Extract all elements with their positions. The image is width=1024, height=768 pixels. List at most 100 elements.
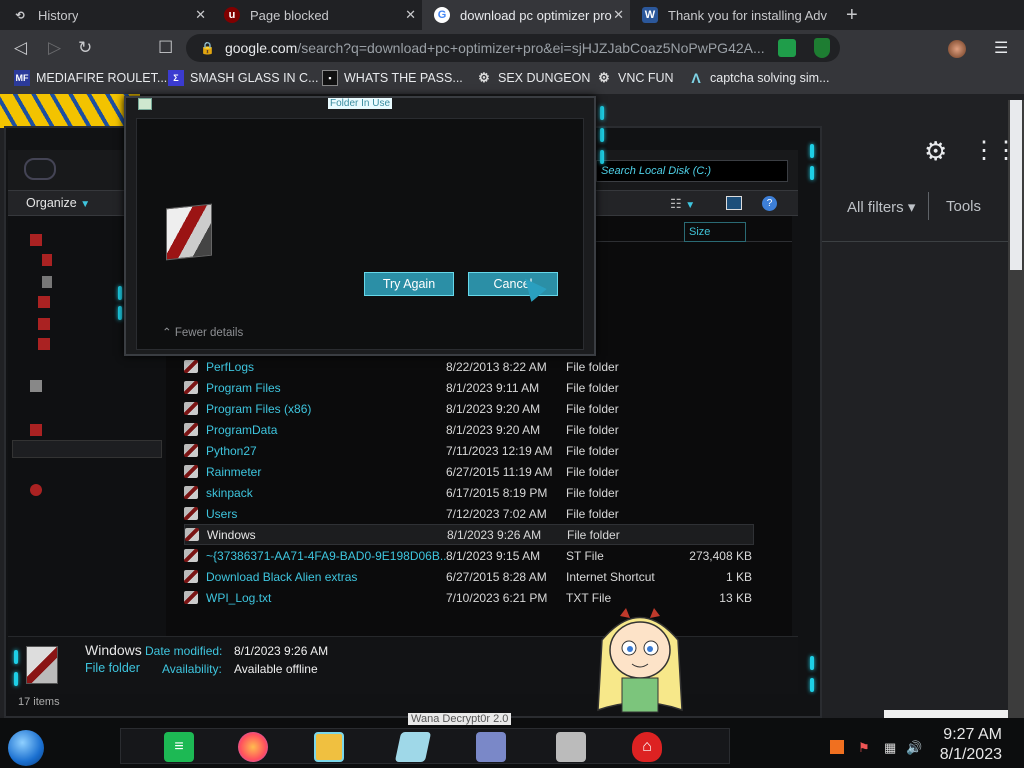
file-type: Internet Shortcut	[566, 569, 655, 584]
reload-button[interactable]: ↻	[78, 38, 92, 58]
tools-button[interactable]: Tools	[946, 198, 981, 215]
file-explorer-icon[interactable]	[314, 732, 344, 762]
avatar[interactable]	[948, 40, 966, 58]
file-type: File folder	[566, 443, 619, 458]
try-again-button[interactable]: Try Again	[364, 272, 454, 296]
explorer-nav-orb-icon[interactable]	[24, 158, 56, 180]
table-row[interactable]: Program Files 8/1/2023 9:11 AM File folder	[184, 377, 754, 398]
scrollbar-thumb[interactable]	[1010, 100, 1022, 270]
close-icon[interactable]: ✕	[405, 7, 416, 23]
new-tab-button[interactable]: +	[846, 4, 858, 27]
tab-page-blocked[interactable]: u Page blocked ✕	[212, 0, 422, 30]
bookmark-item[interactable]: MF MEDIAFIRE ROULET...	[14, 70, 167, 86]
tray-network-icon[interactable]: ▦	[884, 740, 896, 756]
hud-accent	[14, 672, 18, 686]
chat-app-icon[interactable]: ≡	[164, 732, 194, 762]
close-icon[interactable]: ✕	[195, 7, 206, 23]
tab-history[interactable]: ⟲ History ✕	[0, 0, 212, 30]
notes-app-icon[interactable]	[394, 732, 432, 762]
column-header-size[interactable]: Size	[684, 222, 746, 242]
nav-item[interactable]	[30, 234, 42, 246]
back-button[interactable]: ◁	[14, 38, 27, 58]
taskbar-tooltip: Wana Decrypt0r 2.0	[408, 713, 512, 725]
nav-item[interactable]	[42, 254, 52, 266]
bookmark-label: VNC FUN	[618, 71, 674, 85]
file-name: Download Black Alien extras	[206, 569, 358, 584]
file-icon	[184, 507, 198, 520]
organize-button[interactable]: Organize ▼	[26, 196, 90, 210]
file-type: File folder	[566, 359, 619, 374]
table-row[interactable]: ~{37386371-AA71-4FA9-BAD0-9E198D06B... 8/…	[184, 545, 754, 566]
divider	[928, 192, 929, 220]
view-options-icon[interactable]: ☷ ▼	[670, 196, 695, 212]
table-row[interactable]: Program Files (x86) 8/1/2023 9:20 AM File …	[184, 398, 754, 419]
id-card-app-icon[interactable]	[476, 732, 506, 762]
gear-icon[interactable]: ⚙	[924, 136, 947, 167]
hud-accent	[118, 306, 122, 320]
table-row[interactable]: Download Black Alien extras 6/27/2015 8:2…	[184, 566, 754, 587]
extension-shield-icon[interactable]	[814, 38, 830, 58]
nav-item-homegroup[interactable]	[30, 380, 42, 392]
table-row[interactable]: Users 7/12/2023 7:02 AM File folder	[184, 503, 754, 524]
table-row[interactable]: Windows 8/1/2023 9:26 AM File folder	[184, 524, 754, 545]
address-bar[interactable]: 🔒 google.com /search?q=download+pc+optim…	[186, 34, 840, 62]
file-name: Program Files (x86)	[206, 401, 312, 416]
bookmark-item[interactable]: ⚙ VNC FUN	[596, 70, 674, 86]
tab-label: download pc optimizer pro	[460, 7, 612, 23]
nav-item-local-disk[interactable]	[12, 440, 162, 458]
nav-item[interactable]	[42, 276, 52, 288]
firefox-icon[interactable]	[238, 732, 268, 762]
bookmark-label: WHATS THE PASS...	[344, 71, 463, 85]
tray-volume-icon[interactable]: 🔊	[906, 740, 922, 756]
chevron-up-icon: ⌃	[162, 327, 172, 339]
details-date-key: Date modified:	[145, 644, 223, 658]
hud-accent	[810, 166, 814, 180]
all-filters-button[interactable]: All filters ▾	[847, 198, 915, 216]
table-row[interactable]: PerfLogs 8/22/2013 8:22 AM File folder	[184, 356, 754, 377]
extension-green-icon[interactable]	[778, 39, 796, 57]
network-app-icon[interactable]	[556, 732, 586, 762]
file-size: 13 KB	[719, 590, 752, 605]
bookmark-item[interactable]: Λ captcha solving sim...	[688, 70, 829, 86]
explorer-search-input[interactable]: Search Local Disk (C:)	[596, 160, 788, 182]
tab-thank-you[interactable]: W Thank you for installing Adv	[630, 0, 838, 30]
file-date: 8/1/2023 9:20 AM	[446, 422, 541, 437]
file-icon	[184, 381, 198, 394]
preview-pane-icon[interactable]	[726, 196, 742, 210]
tray-flag-icon[interactable]: ⚑	[858, 740, 870, 756]
tray-app-icon[interactable]	[830, 740, 844, 754]
file-icon	[185, 528, 199, 541]
help-icon[interactable]: ?	[762, 196, 777, 211]
bookmark-item[interactable]: Σ SMASH GLASS IN C...	[168, 70, 319, 86]
cancel-button[interactable]: Cancel	[468, 272, 558, 296]
start-orb-icon[interactable]	[8, 730, 44, 766]
nav-item-network[interactable]	[30, 484, 42, 496]
shield-app-icon[interactable]: ⌂	[632, 732, 662, 762]
close-icon[interactable]: ✕	[613, 7, 624, 23]
file-name: ProgramData	[206, 422, 278, 437]
bookmark-star-icon[interactable]: ☐	[158, 38, 173, 58]
fewer-details-toggle[interactable]: ⌃ Fewer details	[162, 325, 243, 339]
bookmark-gear-icon: ⚙	[598, 70, 610, 85]
ublock-icon: u	[224, 7, 240, 23]
chevron-down-icon: ▼	[80, 199, 91, 210]
bookmark-item[interactable]: ▪ WHATS THE PASS...	[322, 70, 463, 86]
file-icon	[184, 570, 198, 583]
item-count: 17 items	[18, 696, 60, 708]
tab-google-search[interactable]: G download pc optimizer pro ✕	[422, 0, 630, 30]
bookmark-item[interactable]: ⚙ SEX DUNGEON	[476, 70, 590, 86]
file-date: 6/27/2015 8:28 AM	[446, 569, 547, 584]
file-date: 8/1/2023 9:20 AM	[446, 401, 541, 416]
nav-item[interactable]	[38, 296, 50, 308]
table-row[interactable]: ProgramData 8/1/2023 9:20 AM File folder	[184, 419, 754, 440]
forward-button[interactable]: ▷	[48, 38, 61, 58]
nav-item-computer[interactable]	[30, 424, 42, 436]
clock-date[interactable]: 8/1/2023	[936, 746, 1002, 764]
nav-item[interactable]	[38, 318, 50, 330]
clock-time[interactable]: 9:27 AM	[940, 726, 1002, 744]
menu-icon[interactable]: ☰	[994, 38, 1008, 58]
table-row[interactable]: skinpack 6/17/2015 8:19 PM File folder	[184, 482, 754, 503]
nav-item[interactable]	[38, 338, 50, 350]
table-row[interactable]: Python27 7/11/2023 12:19 AM File folder	[184, 440, 754, 461]
table-row[interactable]: Rainmeter 6/27/2015 11:19 AM File folder	[184, 461, 754, 482]
